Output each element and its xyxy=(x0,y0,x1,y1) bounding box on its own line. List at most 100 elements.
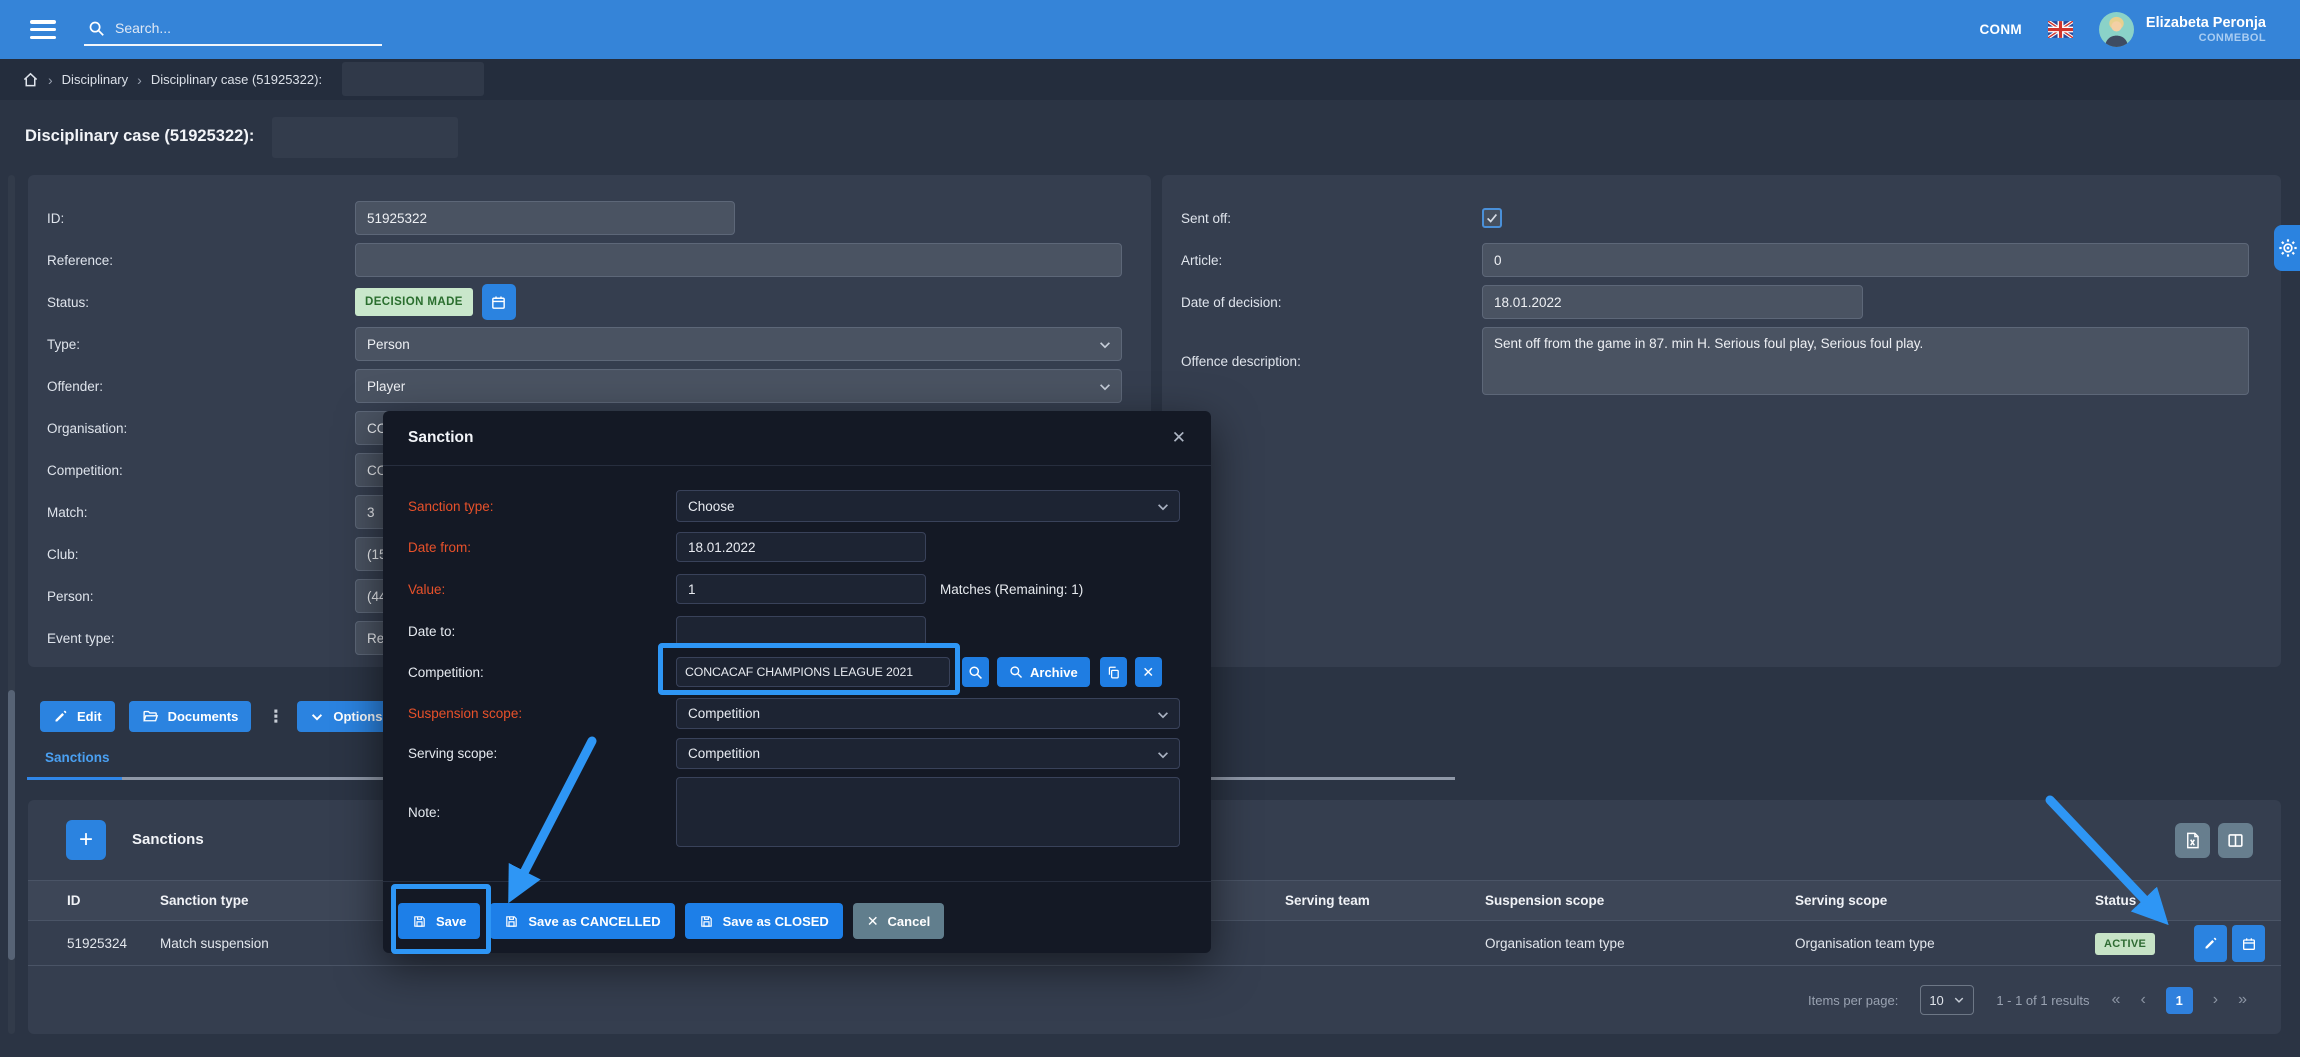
avatar xyxy=(2099,12,2134,47)
competition-label: Competition: xyxy=(47,463,355,478)
sanction-type-value: Choose xyxy=(688,499,735,514)
modal-close-icon[interactable]: ✕ xyxy=(1172,428,1186,448)
article-field[interactable]: 0 xyxy=(1482,243,2249,277)
documents-button-label: Documents xyxy=(168,709,239,724)
cell-suspension-scope: Organisation team type xyxy=(1485,936,1795,951)
row-action-buttons xyxy=(2194,925,2265,962)
date-to-input[interactable] xyxy=(676,616,926,646)
topbar-right: CONM Elizabe xyxy=(1979,0,2266,59)
table-toolbar xyxy=(2175,823,2253,858)
form-row-sent-off: Sent off: xyxy=(1181,201,2281,235)
form-row-offender: Offender: Player xyxy=(47,369,1151,403)
modal-body: Sanction type: Choose Date from: 18.01.2… xyxy=(383,466,1211,847)
page-scrollbar[interactable] xyxy=(8,175,15,1034)
search-icon xyxy=(88,20,105,37)
date-of-decision-field[interactable]: 18.01.2022 xyxy=(1482,285,1863,319)
copy-icon xyxy=(1106,665,1121,680)
offender-select[interactable]: Player xyxy=(355,369,1122,403)
breadcrumb-item-disciplinary[interactable]: Disciplinary xyxy=(62,72,128,87)
modal-row-value: Value: 1 Matches (Remaining: 1) xyxy=(408,574,1186,604)
save-as-closed-button[interactable]: Save as CLOSED xyxy=(685,903,843,939)
last-page-button[interactable]: » xyxy=(2238,991,2247,1009)
type-select[interactable]: Person xyxy=(355,327,1122,361)
app-window: CONM Elizabe xyxy=(0,0,2300,1057)
form-row-type: Type: Person xyxy=(47,327,1151,361)
status-history-button[interactable] xyxy=(482,284,516,320)
note-textarea[interactable] xyxy=(676,777,1180,847)
breadcrumb-item-case[interactable]: Disciplinary case (51925322): xyxy=(151,72,322,87)
note-label: Note: xyxy=(408,805,676,820)
search-input[interactable] xyxy=(113,19,353,37)
competition-copy-button[interactable] xyxy=(1100,657,1127,687)
user-organisation: CONMEBOL xyxy=(2146,32,2266,44)
hamburger-menu-icon[interactable] xyxy=(30,20,56,39)
cancel-button[interactable]: ✕ Cancel xyxy=(853,903,944,939)
id-field[interactable]: 51925322 xyxy=(355,201,735,235)
reference-label: Reference: xyxy=(47,253,355,268)
first-page-button[interactable]: « xyxy=(2112,991,2121,1009)
modal-row-date-to: Date to: xyxy=(408,616,1186,646)
form-row-id: ID: 51925322 xyxy=(47,201,1151,235)
prev-page-button[interactable]: ‹ xyxy=(2140,991,2145,1009)
documents-button[interactable]: Documents xyxy=(129,701,252,732)
sanction-history-button[interactable] xyxy=(2232,925,2265,962)
archive-search-button[interactable]: Archive xyxy=(997,657,1090,687)
status-badge-active: ACTIVE xyxy=(2095,933,2155,955)
col-header-suspension-scope[interactable]: Suspension scope xyxy=(1485,893,1795,908)
user-menu[interactable]: Elizabeta Peronja CONMEBOL xyxy=(2099,12,2266,47)
edit-button[interactable]: Edit xyxy=(40,701,115,732)
col-header-status[interactable]: Status xyxy=(2095,893,2265,908)
value-suffix: Matches (Remaining: 1) xyxy=(940,582,1083,597)
columns-toggle-button[interactable] xyxy=(2218,823,2253,858)
add-sanction-button[interactable]: + xyxy=(66,820,106,860)
plus-icon: + xyxy=(79,826,93,854)
case-actions-row: Edit Documents ⋮ Options xyxy=(40,701,395,732)
article-label: Article: xyxy=(1181,253,1482,268)
settings-flyout-tab[interactable] xyxy=(2274,225,2300,271)
results-count: 1 - 1 of 1 results xyxy=(1996,993,2089,1008)
save-icon xyxy=(412,914,427,929)
col-header-serving-scope[interactable]: Serving scope xyxy=(1795,893,2095,908)
competition-search-button[interactable] xyxy=(962,657,989,687)
date-from-input[interactable]: 18.01.2022 xyxy=(676,532,926,562)
sent-off-checkbox[interactable] xyxy=(1482,208,1502,228)
page-title: Disciplinary case (51925322): xyxy=(25,127,254,146)
home-icon[interactable] xyxy=(22,71,39,88)
scrollbar-thumb[interactable] xyxy=(8,690,15,960)
serving-scope-select[interactable]: Competition xyxy=(676,738,1180,769)
folder-icon xyxy=(142,708,159,725)
next-page-button[interactable]: › xyxy=(2213,991,2218,1009)
save-button[interactable]: Save xyxy=(398,903,480,939)
suspension-scope-select[interactable]: Competition xyxy=(676,698,1180,729)
form-row-offence-description: Offence description: Sent off from the g… xyxy=(1181,327,2281,395)
user-name: Elizabeta Peronja xyxy=(2146,15,2266,32)
id-label: ID: xyxy=(47,211,355,226)
edit-sanction-button[interactable] xyxy=(2194,925,2227,962)
form-row-date-of-decision: Date of decision: 18.01.2022 xyxy=(1181,285,2281,319)
options-button[interactable]: Options xyxy=(297,701,395,732)
reference-field[interactable] xyxy=(355,243,1122,277)
options-button-label: Options xyxy=(333,709,382,724)
type-value: Person xyxy=(367,337,410,352)
competition-input[interactable]: CONCACAF CHAMPIONS LEAGUE 2021 xyxy=(676,657,950,687)
sanction-type-select[interactable]: Choose xyxy=(676,490,1180,522)
competition-clear-button[interactable]: ✕ xyxy=(1135,657,1162,687)
export-excel-button[interactable] xyxy=(2175,823,2210,858)
offence-description-field[interactable]: Sent off from the game in 87. min H. Ser… xyxy=(1482,327,2249,395)
person-label: Person: xyxy=(47,589,355,604)
offence-description-label: Offence description: xyxy=(1181,354,1482,369)
col-header-serving-team[interactable]: Serving team xyxy=(1285,893,1485,908)
search-icon xyxy=(968,665,983,680)
language-flag-icon[interactable] xyxy=(2048,21,2073,38)
page-number-button[interactable]: 1 xyxy=(2166,987,2193,1014)
more-actions-icon[interactable]: ⋮ xyxy=(267,707,284,727)
items-per-page-select[interactable]: 10 xyxy=(1920,985,1974,1015)
value-input[interactable]: 1 xyxy=(676,574,926,604)
excel-export-icon xyxy=(2183,831,2202,850)
tab-sanctions[interactable]: Sanctions xyxy=(45,750,110,765)
save-as-cancelled-button[interactable]: Save as CANCELLED xyxy=(490,903,674,939)
cell-serving-scope: Organisation team type xyxy=(1795,936,2095,951)
col-header-id[interactable]: ID xyxy=(67,893,160,908)
date-to-label: Date to: xyxy=(408,624,676,639)
chevron-down-icon xyxy=(1953,994,1965,1006)
